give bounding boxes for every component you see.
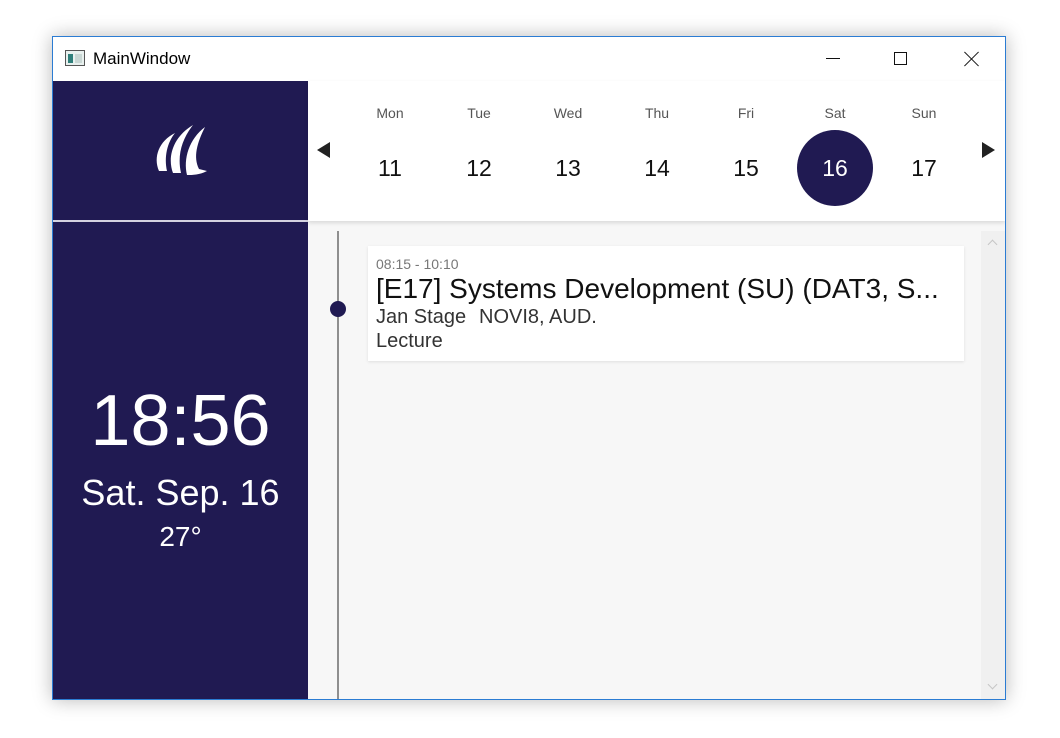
event-lecturer: Jan Stage	[376, 306, 467, 328]
triangle-left-icon[interactable]	[317, 142, 330, 158]
chevron-down-icon[interactable]	[988, 681, 998, 691]
event-room: NOVI8, AUD.	[479, 306, 597, 328]
day-number: 15	[733, 155, 759, 181]
timeline-marker	[330, 301, 346, 317]
day-thu[interactable]: Thu 14	[618, 81, 696, 221]
maximize-button[interactable]	[879, 37, 925, 81]
window-title: MainWindow	[93, 49, 191, 68]
day-name: Sun	[911, 105, 937, 121]
day-number: 11	[378, 155, 402, 181]
day-name: Wed	[553, 105, 583, 121]
close-button[interactable]	[949, 37, 995, 81]
day-name: Fri	[737, 105, 755, 121]
day-wed[interactable]: Wed 13	[529, 81, 607, 221]
maximize-icon	[894, 52, 907, 65]
temperature: 27°	[159, 521, 202, 552]
event-time: 08:15 - 10:10	[376, 256, 459, 272]
schedule-pane[interactable]: 08:15 - 10:10 [E17] Systems Development …	[308, 221, 1005, 699]
event-title-text: [E17] Systems Development (SU) (DAT3, S.…	[376, 273, 939, 304]
chevron-up-icon[interactable]	[988, 237, 998, 247]
day-tue[interactable]: Tue 12	[440, 81, 518, 221]
day-name: Thu	[644, 105, 670, 121]
minimize-button[interactable]	[809, 37, 855, 81]
current-date: Sat. Sep. 16	[81, 472, 280, 513]
close-icon	[964, 51, 980, 67]
university-logo-icon	[156, 125, 207, 175]
sidebar: 18:56 Sat. Sep. 16 27°	[53, 81, 308, 699]
day-sat[interactable]: Sat 16	[796, 81, 874, 221]
day-mon[interactable]: Mon 11	[351, 81, 429, 221]
day-number-selected: 16	[797, 130, 873, 206]
main-window: MainWindow 18:56 Sat. Sep. 16 27° Mon 11…	[52, 36, 1006, 700]
day-name: Sat	[824, 105, 846, 121]
app-icon[interactable]	[65, 50, 85, 66]
triangle-right-icon[interactable]	[982, 142, 995, 158]
logo-area	[53, 81, 308, 221]
day-number: 17	[911, 155, 937, 181]
clock-time: 18:56	[90, 381, 271, 461]
day-name: Mon	[376, 105, 404, 121]
vertical-scrollbar[interactable]	[981, 231, 1005, 699]
day-fri[interactable]: Fri 15	[707, 81, 785, 221]
sidebar-divider	[53, 220, 308, 222]
event-type: Lecture	[376, 330, 443, 352]
day-number: 13	[555, 155, 581, 181]
day-number: 12	[466, 155, 492, 181]
day-name: Tue	[467, 105, 491, 121]
day-number: 14	[644, 155, 670, 181]
event-title: [E17] Systems Development (SU) (DAT3, S.…	[376, 271, 956, 307]
event-card[interactable]: 08:15 - 10:10 [E17] Systems Development …	[368, 246, 964, 361]
title-bar[interactable]: MainWindow	[53, 37, 1005, 81]
week-day-strip: Mon 11 Tue 12 Wed 13 Thu 14 Fri 15 Sat 1…	[308, 81, 1005, 221]
minimize-icon	[826, 58, 840, 59]
day-sun[interactable]: Sun 17	[885, 81, 963, 221]
